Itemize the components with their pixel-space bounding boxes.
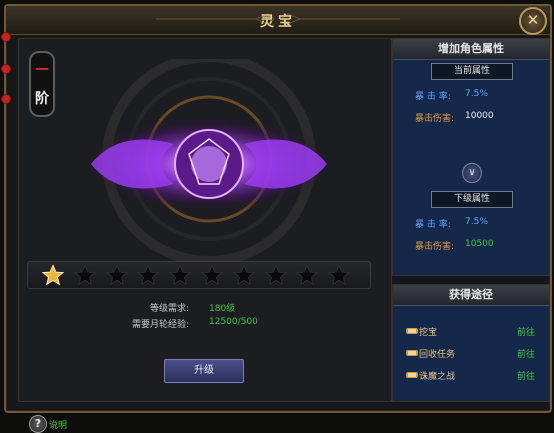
source-panel: 获得途径 挖宝 前往 回收任务 前往 诛魔之战 前往 [392,284,550,402]
attribute-panel: 增加角色属性 当前属性 暴 击 率: 7.5% 暴击伤害: 10000 ∨ 下级… [392,38,550,276]
requirement-row: 需要月轮经验: 12500/500 [39,317,369,331]
scroll-icon [406,328,418,334]
attribute-value: 10500 [465,239,494,249]
attribute-row: 暴击伤害: 10000 [415,111,545,125]
attribute-row: 暴击伤害: 10500 [415,239,545,253]
question-icon[interactable]: ? [29,415,47,433]
source-name: 诛魔之战 [419,372,456,382]
side-notch [1,32,11,42]
side-notch [1,64,11,74]
star-empty-icon [169,264,192,286]
goto-link[interactable]: 前往 [517,369,535,382]
attribute-label: 暴 击 率: [415,92,451,102]
star-empty-icon [137,264,160,286]
attribute-value: 10000 [465,111,494,121]
attribute-label: 暴击伤害: [415,242,455,252]
attribute-label: 暴击伤害: [415,114,455,124]
attribute-label: 暴 击 率: [415,220,451,230]
star-empty-icon [105,264,128,286]
current-attributes-title: 当前属性 [431,63,513,80]
upgrade-button[interactable]: 升级 [164,359,244,383]
close-button[interactable]: ✕ [519,7,547,35]
requirement-value: 180级 [209,304,236,314]
rank-unit: 阶 [35,91,49,107]
treasure-display-panel: 一 阶 等级需求: 180级 需要月轮经验: 12500/500 升级 ? 说明 [18,38,392,433]
goto-link[interactable]: 前往 [517,347,535,360]
requirement-row: 等级需求: 180级 [39,301,369,315]
rank-level: 一 [35,63,49,78]
star-empty-icon [296,264,319,286]
star-empty-icon [328,264,351,286]
source-name: 挖宝 [419,328,438,338]
requirement-label: 等级需求: [149,304,189,314]
requirement-label: 需要月轮经验: [131,320,189,330]
close-icon: ✕ [526,11,540,29]
star-rating [27,261,371,289]
window-title: 灵宝 [260,14,296,30]
goto-link[interactable]: 前往 [517,325,535,338]
lingbao-window: 灵宝 ✕ 一 阶 等级需求: 180级 需要月轮经验: 12500/500 升级… [1,4,552,433]
chevron-down-icon: ∨ [462,163,482,183]
source-item: 回收任务 前往 [405,347,543,361]
requirement-value: 12500/500 [209,317,258,327]
scroll-icon [406,372,418,378]
treasure-model [84,59,334,266]
star-empty-icon [73,264,96,286]
next-attributes-title: 下级属性 [431,191,513,208]
side-notch [1,94,11,104]
source-header: 获得途径 [393,285,549,306]
attribute-header: 增加角色属性 [393,39,549,60]
star-empty-icon [232,264,255,286]
attribute-value: 7.5% [465,217,488,227]
rank-badge: 一 阶 [29,51,55,117]
attribute-row: 暴 击 率: 7.5% [415,89,545,103]
star-empty-icon [201,264,223,286]
scroll-icon [406,350,418,356]
source-name: 回收任务 [419,350,456,360]
star-filled-icon [42,264,64,286]
star-empty-icon [264,264,287,286]
help-link[interactable]: 说明 [49,418,67,431]
title-bar: 灵宝 ✕ [6,6,550,35]
source-item: 诛魔之战 前往 [405,369,543,383]
attribute-row: 暴 击 率: 7.5% [415,217,545,231]
attribute-value: 7.5% [465,89,488,99]
source-item: 挖宝 前往 [405,325,543,339]
